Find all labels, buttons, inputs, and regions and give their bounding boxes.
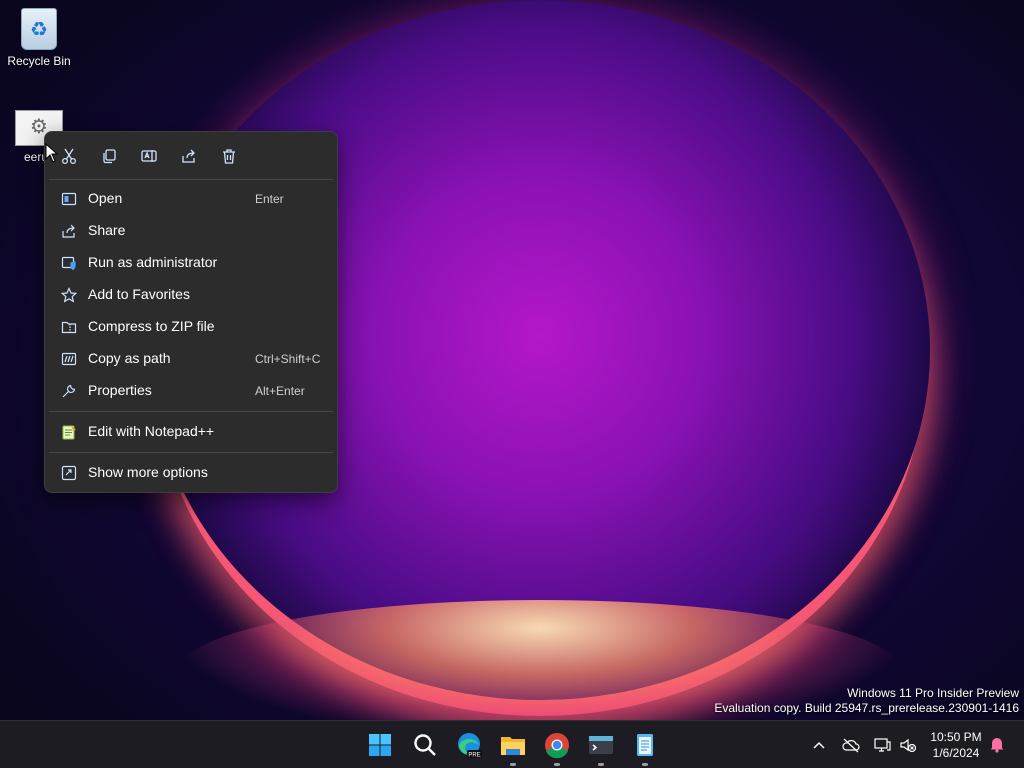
menu-item-label: Share [88, 222, 126, 238]
menu-item-compress-to-zip[interactable]: Compress to ZIP file [49, 312, 333, 342]
cloud-offline-icon [842, 738, 860, 753]
network-icon [874, 738, 891, 752]
wrench-icon [61, 383, 77, 399]
cut-icon [61, 148, 77, 165]
menu-item-open[interactable]: Open Enter [49, 184, 333, 214]
share-button[interactable] [177, 144, 201, 168]
clock[interactable]: 10:50 PM 1/6/2024 [928, 729, 984, 761]
taskbar: PRE 10:50 PM 1/6/2024 [0, 720, 1024, 768]
volume-button[interactable] [898, 735, 918, 755]
menu-divider [49, 452, 333, 453]
terminal-icon [589, 736, 613, 754]
search-icon [414, 734, 436, 756]
menu-divider [49, 411, 333, 412]
context-menu-toolbar [45, 132, 337, 178]
recycle-bin-icon [21, 8, 57, 50]
menu-item-shortcut: Ctrl+Shift+C [255, 352, 321, 366]
menu-item-show-more-options[interactable]: Show more options [49, 458, 333, 488]
delete-button[interactable] [217, 144, 241, 168]
context-menu: Open Enter Share Run as administrator Ad… [44, 131, 338, 493]
start-button[interactable] [364, 729, 396, 761]
running-indicator [642, 763, 648, 766]
running-indicator [598, 763, 604, 766]
clock-time: 10:50 PM [930, 730, 982, 744]
delete-icon [223, 149, 235, 164]
menu-item-label: Copy as path [88, 350, 171, 366]
menu-item-share[interactable]: Share [49, 216, 333, 246]
network-button[interactable] [872, 735, 892, 755]
desktop-icon-recycle-bin[interactable]: Recycle Bin [1, 8, 77, 68]
menu-item-run-as-administrator[interactable]: Run as administrator [49, 248, 333, 278]
menu-divider [49, 179, 333, 180]
menu-item-label: Open [88, 190, 123, 206]
watermark-line1: Windows 11 Pro Insider Preview [847, 686, 1019, 700]
volume-muted-icon [900, 738, 917, 753]
file-explorer-icon [501, 737, 525, 755]
menu-item-label: Show more options [88, 464, 208, 480]
search-button[interactable] [409, 729, 441, 761]
notepadpp-icon [61, 424, 77, 440]
copy-button[interactable] [97, 144, 121, 168]
onedrive-button[interactable] [841, 735, 861, 755]
menu-item-properties[interactable]: Properties Alt+Enter [49, 376, 333, 406]
terminal-button[interactable] [585, 729, 617, 766]
show-hidden-icons-button[interactable] [809, 735, 829, 755]
running-indicator [554, 763, 560, 766]
path-icon [61, 351, 77, 367]
notepad-icon [637, 734, 653, 756]
star-icon [60, 287, 78, 303]
edge-icon: PRE [458, 733, 482, 759]
menu-item-label: Compress to ZIP file [88, 318, 215, 334]
more-options-icon [61, 465, 77, 481]
copy-icon [103, 149, 116, 164]
evaluation-watermark: Windows 11 Pro Insider Preview Evaluatio… [714, 686, 1019, 716]
menu-item-label: Edit with Notepad++ [88, 423, 215, 439]
share-icon [61, 223, 77, 239]
open-icon [61, 191, 77, 207]
chrome-button[interactable] [541, 729, 573, 766]
svg-text:PRE: PRE [468, 753, 480, 759]
desktop-icon-label: Recycle Bin [7, 54, 71, 68]
clock-date: 1/6/2024 [932, 746, 980, 760]
edge-button[interactable]: PRE [453, 729, 485, 761]
menu-item-add-to-favorites[interactable]: Add to Favorites [49, 280, 333, 310]
menu-item-copy-as-path[interactable]: Copy as path Ctrl+Shift+C [49, 344, 333, 374]
running-indicator [510, 763, 516, 766]
zip-icon [61, 319, 77, 335]
bell-icon [990, 738, 1004, 753]
shield-icon [61, 255, 77, 271]
rename-button[interactable] [137, 144, 161, 168]
file-explorer-button[interactable] [497, 729, 529, 766]
menu-item-label: Run as administrator [88, 254, 218, 270]
notifications-button[interactable] [988, 735, 1006, 753]
menu-item-shortcut: Alt+Enter [255, 384, 305, 398]
notepad-button[interactable] [629, 729, 661, 766]
cut-button[interactable] [57, 144, 81, 168]
menu-item-shortcut: Enter [255, 192, 284, 206]
watermark-line2: Evaluation copy. Build 25947.rs_prerelea… [714, 701, 1019, 715]
chevron-up-icon [813, 741, 825, 749]
menu-item-edit-with-notepadpp[interactable]: Edit with Notepad++ [49, 417, 333, 447]
start-icon [369, 734, 391, 756]
mouse-pointer-icon [45, 143, 59, 163]
rename-icon [141, 150, 157, 162]
menu-item-label: Properties [88, 382, 152, 398]
share-icon [182, 149, 195, 163]
menu-item-label: Add to Favorites [88, 286, 190, 302]
chrome-icon [545, 733, 569, 759]
